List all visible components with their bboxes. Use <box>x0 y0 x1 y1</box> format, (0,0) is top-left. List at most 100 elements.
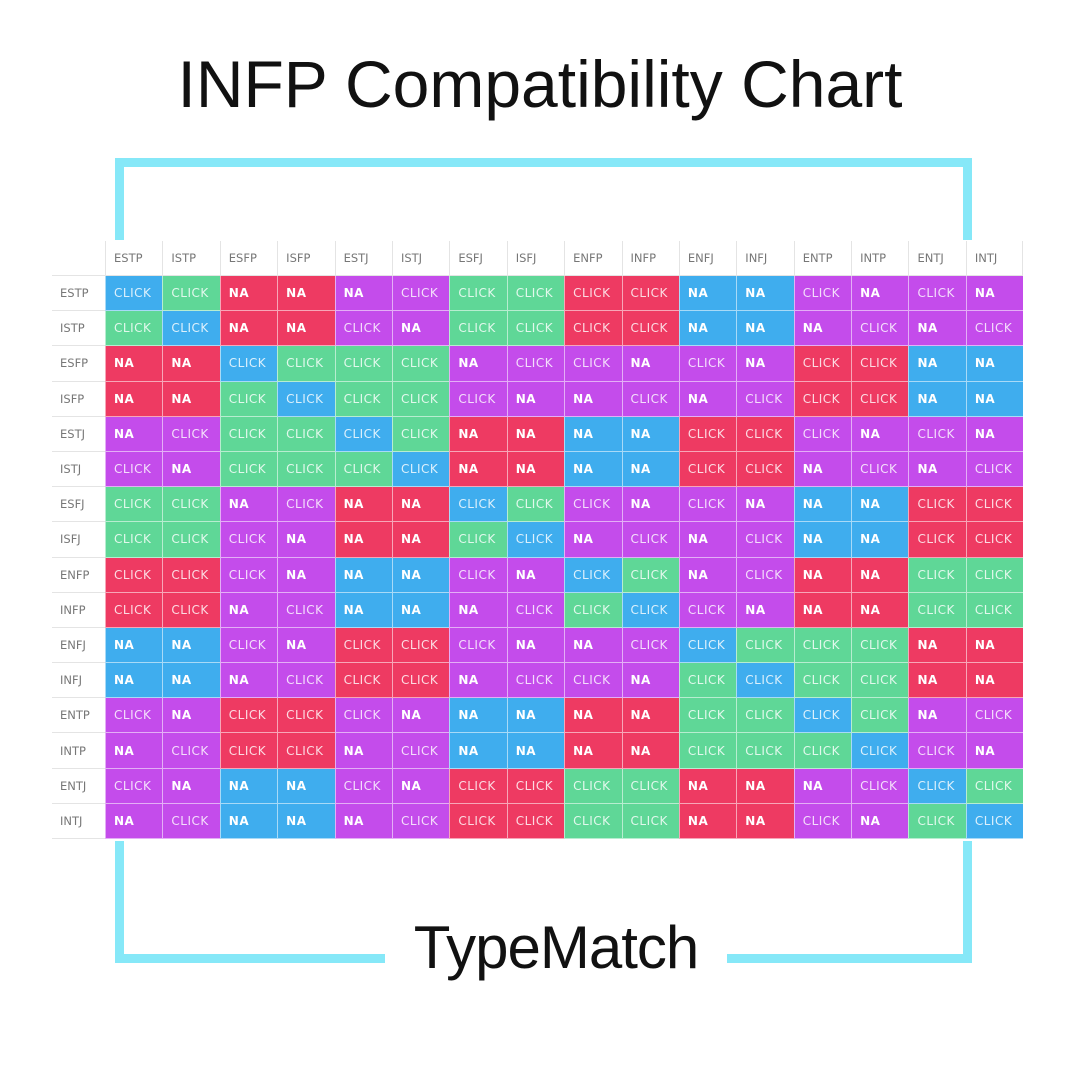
click-cell-link[interactable]: CLICK <box>449 768 507 804</box>
click-cell-link[interactable]: CLICK <box>506 346 565 382</box>
click-cell-link[interactable]: CLICK <box>736 381 794 417</box>
click-cell-link[interactable]: CLICK <box>621 311 679 347</box>
click-cell-link[interactable]: CLICK <box>793 663 852 699</box>
click-cell-link[interactable]: CLICK <box>105 522 163 558</box>
click-cell-link[interactable]: CLICK <box>564 768 622 804</box>
click-cell-link[interactable]: CLICK <box>965 311 1024 347</box>
click-cell-link[interactable]: CLICK <box>621 768 679 804</box>
click-cell-link[interactable]: CLICK <box>506 592 565 628</box>
click-cell-link[interactable]: CLICK <box>908 416 966 452</box>
click-cell-link[interactable]: CLICK <box>621 803 679 839</box>
click-cell-link[interactable]: CLICK <box>851 381 909 417</box>
click-cell-link[interactable]: CLICK <box>391 451 450 488</box>
click-cell-link[interactable]: CLICK <box>277 487 335 523</box>
click-cell-link[interactable]: CLICK <box>678 627 737 664</box>
click-cell-link[interactable]: CLICK <box>506 522 565 558</box>
click-cell-link[interactable]: CLICK <box>851 663 909 699</box>
click-cell-link[interactable]: CLICK <box>219 557 278 593</box>
click-cell-link[interactable]: CLICK <box>391 416 450 452</box>
click-cell-link[interactable]: CLICK <box>736 663 794 699</box>
click-cell-link[interactable]: CLICK <box>908 557 966 593</box>
click-cell-link[interactable]: CLICK <box>908 733 966 769</box>
click-cell-link[interactable]: CLICK <box>851 768 909 804</box>
click-cell-link[interactable]: CLICK <box>564 803 622 839</box>
click-cell-link[interactable]: CLICK <box>736 627 794 664</box>
click-cell-link[interactable]: CLICK <box>621 381 679 417</box>
click-cell-link[interactable]: CLICK <box>105 276 163 312</box>
click-cell-link[interactable]: CLICK <box>219 627 278 664</box>
click-cell-link[interactable]: CLICK <box>449 276 507 312</box>
click-cell-link[interactable]: CLICK <box>851 311 909 347</box>
click-cell-link[interactable]: CLICK <box>449 627 507 664</box>
click-cell-link[interactable]: CLICK <box>219 346 278 382</box>
click-cell-link[interactable]: CLICK <box>449 557 507 593</box>
click-cell-link[interactable]: CLICK <box>908 592 966 628</box>
click-cell-link[interactable]: CLICK <box>793 276 852 312</box>
click-cell-link[interactable]: CLICK <box>277 381 335 417</box>
click-cell-link[interactable]: CLICK <box>277 416 335 452</box>
click-cell-link[interactable]: CLICK <box>162 557 220 593</box>
click-cell-link[interactable]: CLICK <box>391 381 450 417</box>
click-cell-link[interactable]: CLICK <box>334 768 392 804</box>
click-cell-link[interactable]: CLICK <box>908 768 966 804</box>
click-cell-link[interactable]: CLICK <box>219 451 278 488</box>
click-cell-link[interactable]: CLICK <box>793 346 852 382</box>
click-cell-link[interactable]: CLICK <box>105 557 163 593</box>
click-cell-link[interactable]: CLICK <box>851 698 909 734</box>
click-cell-link[interactable]: CLICK <box>851 451 909 488</box>
click-cell-link[interactable]: CLICK <box>506 768 565 804</box>
click-cell-link[interactable]: CLICK <box>621 522 679 558</box>
click-cell-link[interactable]: CLICK <box>965 557 1024 593</box>
click-cell-link[interactable]: CLICK <box>965 768 1024 804</box>
click-cell-link[interactable]: CLICK <box>219 416 278 452</box>
click-cell-link[interactable]: CLICK <box>334 346 392 382</box>
click-cell-link[interactable]: CLICK <box>162 803 220 839</box>
click-cell-link[interactable]: CLICK <box>162 733 220 769</box>
click-cell-link[interactable]: CLICK <box>678 663 737 699</box>
click-cell-link[interactable]: CLICK <box>162 276 220 312</box>
click-cell-link[interactable]: CLICK <box>965 698 1024 734</box>
click-cell-link[interactable]: CLICK <box>162 416 220 452</box>
click-cell-link[interactable]: CLICK <box>793 381 852 417</box>
click-cell-link[interactable]: CLICK <box>334 451 392 488</box>
click-cell-link[interactable]: CLICK <box>851 346 909 382</box>
click-cell-link[interactable]: CLICK <box>219 733 278 769</box>
click-cell-link[interactable]: CLICK <box>621 592 679 628</box>
click-cell-link[interactable]: CLICK <box>219 698 278 734</box>
click-cell-link[interactable]: CLICK <box>334 416 392 452</box>
click-cell-link[interactable]: CLICK <box>908 803 966 839</box>
click-cell-link[interactable]: CLICK <box>678 346 737 382</box>
click-cell-link[interactable]: CLICK <box>334 698 392 734</box>
click-cell-link[interactable]: CLICK <box>506 663 565 699</box>
click-cell-link[interactable]: CLICK <box>105 698 163 734</box>
click-cell-link[interactable]: CLICK <box>162 311 220 347</box>
click-cell-link[interactable]: CLICK <box>105 487 163 523</box>
click-cell-link[interactable]: CLICK <box>793 733 852 769</box>
click-cell-link[interactable]: CLICK <box>678 487 737 523</box>
click-cell-link[interactable]: CLICK <box>736 416 794 452</box>
click-cell-link[interactable]: CLICK <box>621 276 679 312</box>
click-cell-link[interactable]: CLICK <box>449 803 507 839</box>
click-cell-link[interactable]: CLICK <box>678 451 737 488</box>
click-cell-link[interactable]: CLICK <box>621 557 679 593</box>
click-cell-link[interactable]: CLICK <box>277 733 335 769</box>
click-cell-link[interactable]: CLICK <box>908 522 966 558</box>
click-cell-link[interactable]: CLICK <box>564 487 622 523</box>
click-cell-link[interactable]: CLICK <box>851 627 909 664</box>
click-cell-link[interactable]: CLICK <box>736 557 794 593</box>
click-cell-link[interactable]: CLICK <box>793 803 852 839</box>
click-cell-link[interactable]: CLICK <box>621 627 679 664</box>
click-cell-link[interactable]: CLICK <box>219 522 278 558</box>
click-cell-link[interactable]: CLICK <box>391 733 450 769</box>
click-cell-link[interactable]: CLICK <box>965 803 1024 839</box>
click-cell-link[interactable]: CLICK <box>793 416 852 452</box>
click-cell-link[interactable]: CLICK <box>965 592 1024 628</box>
click-cell-link[interactable]: CLICK <box>965 451 1024 488</box>
click-cell-link[interactable]: CLICK <box>391 346 450 382</box>
click-cell-link[interactable]: CLICK <box>334 627 392 664</box>
click-cell-link[interactable]: CLICK <box>391 627 450 664</box>
click-cell-link[interactable]: CLICK <box>678 698 737 734</box>
click-cell-link[interactable]: CLICK <box>506 311 565 347</box>
click-cell-link[interactable]: CLICK <box>391 803 450 839</box>
click-cell-link[interactable]: CLICK <box>162 487 220 523</box>
